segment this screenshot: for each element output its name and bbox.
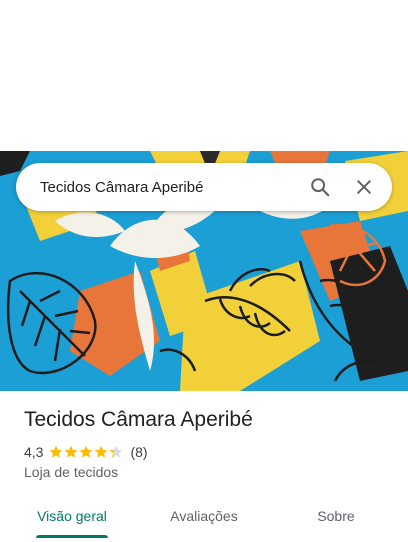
close-icon [357,180,371,194]
tab-about[interactable]: Sobre [296,494,376,538]
place-tabs: Visão geral Avaliações Sobre [0,494,408,538]
active-tab-indicator [36,535,108,538]
rating-value: 4,3 [24,444,44,460]
search-icon [311,178,330,197]
star-icon [80,445,93,458]
search-input[interactable]: Tecidos Câmara Aperibé [40,179,298,196]
place-category[interactable]: Loja de tecidos [24,464,118,480]
star-icon [110,445,123,458]
star-icon [65,445,78,458]
tab-reviews[interactable]: Avaliações [150,494,258,538]
close-button[interactable] [342,165,386,209]
star-icon [95,445,108,458]
rating-row[interactable]: 4,3 (8) [24,443,148,461]
search-bar[interactable]: Tecidos Câmara Aperibé [16,163,392,211]
map-blank-area [0,0,408,151]
tab-overview[interactable]: Visão geral [24,494,120,538]
star-icon [50,445,63,458]
star-rating [49,445,124,459]
review-count[interactable]: (8) [130,444,147,460]
place-title: Tecidos Câmara Aperibé [24,408,253,431]
search-button[interactable] [298,165,342,209]
